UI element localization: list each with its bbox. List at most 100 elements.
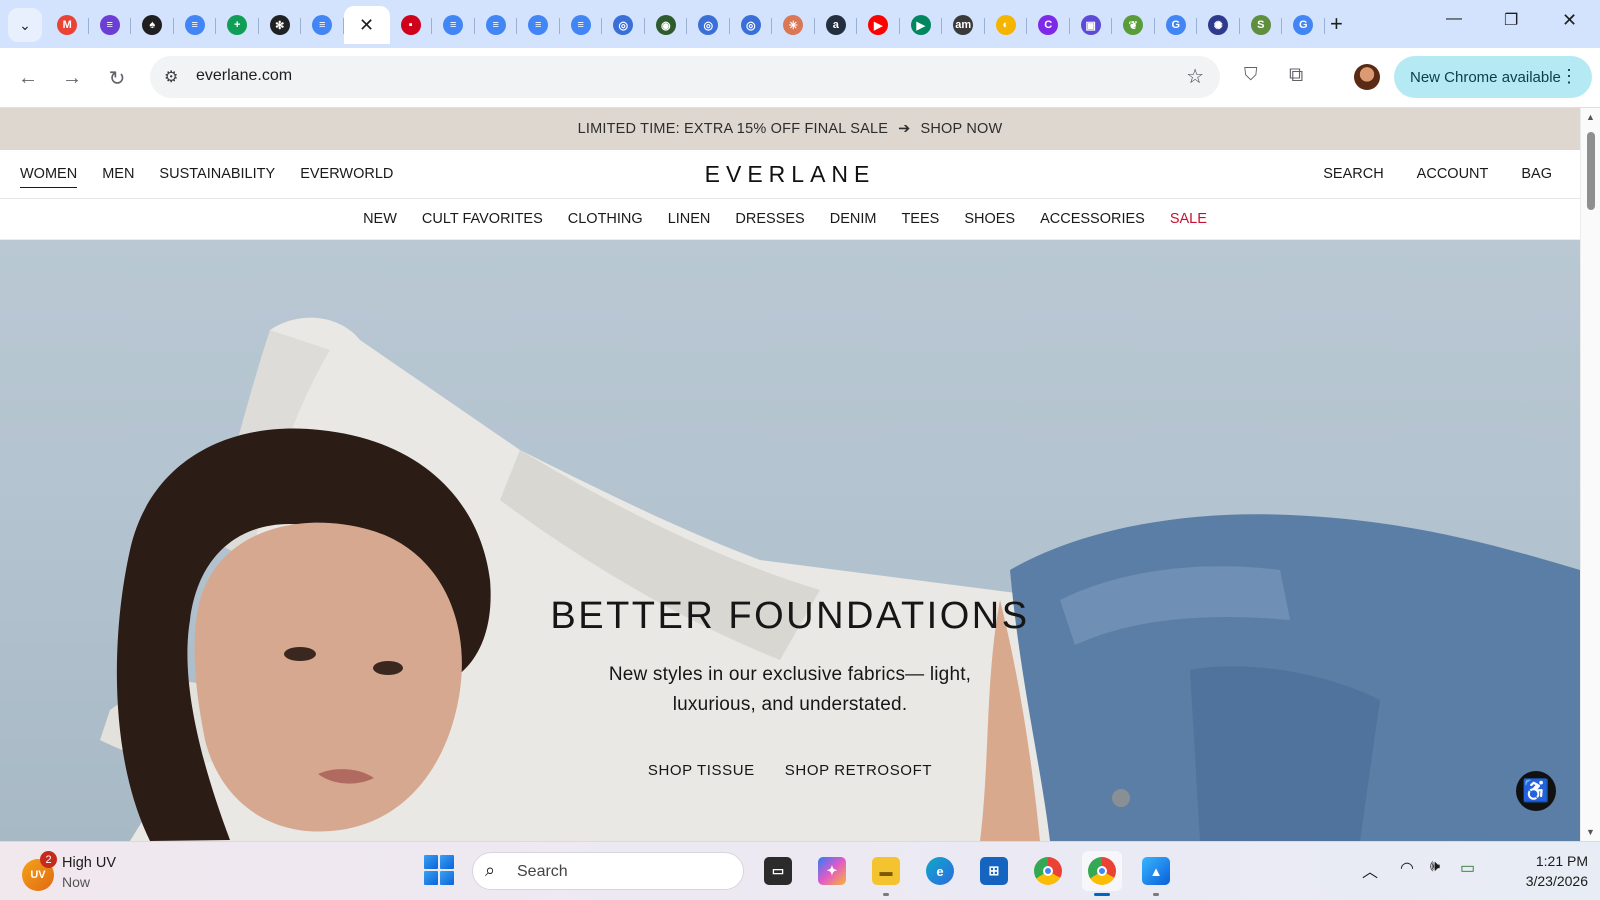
copilot-button[interactable]: ✦: [812, 851, 852, 891]
extensions-puzzle-icon[interactable]: ⧉: [1289, 64, 1303, 87]
browser-tab[interactable]: S: [1240, 6, 1283, 44]
browser-tab[interactable]: ≡: [560, 6, 603, 44]
amazon-music-icon: am: [953, 15, 974, 35]
shopify-icon: S: [1250, 15, 1271, 35]
browser-tab[interactable]: ▶: [900, 6, 943, 44]
arrow-right-icon: →: [62, 66, 82, 89]
browser-tab[interactable]: ✳: [772, 6, 815, 44]
nav-account-link[interactable]: ACCOUNT: [1417, 166, 1489, 182]
shop-retrosoft-link[interactable]: SHOP RETROSOFT: [785, 762, 932, 779]
browser-tab[interactable]: ✻: [259, 6, 302, 44]
promo-banner[interactable]: LIMITED TIME: EXTRA 15% OFF FINAL SALE ➔…: [0, 108, 1580, 150]
browser-tab[interactable]: ≡: [432, 6, 475, 44]
browser-tab[interactable]: ◐: [985, 6, 1028, 44]
browser-tab[interactable]: ▶: [857, 6, 900, 44]
new-chrome-available-button[interactable]: New Chrome available ⋮: [1394, 56, 1592, 98]
shield-extension-icon[interactable]: ⛉: [1244, 64, 1258, 85]
browser-tab[interactable]: ▣: [1070, 6, 1113, 44]
wifi-icon[interactable]: ◠: [1400, 858, 1414, 878]
restore-button[interactable]: ❐: [1504, 10, 1518, 30]
file-explorer-button[interactable]: ▬: [866, 851, 906, 896]
taskbar-search[interactable]: ⌕ Search: [472, 852, 744, 890]
close-window-button[interactable]: ✕: [1562, 10, 1577, 31]
browser-tab[interactable]: +: [216, 6, 259, 44]
arrow-right-icon: ➔: [898, 121, 911, 137]
store-button[interactable]: ⊞: [974, 851, 1014, 891]
browser-tab[interactable]: ≡: [475, 6, 518, 44]
start-button[interactable]: [424, 855, 454, 885]
browser-tab[interactable]: a: [815, 6, 858, 44]
battery-icon[interactable]: ▭: [1460, 858, 1475, 878]
browser-tab[interactable]: ▪: [390, 6, 433, 44]
address-text[interactable]: everlane.com: [196, 67, 292, 85]
category-sale[interactable]: SALE: [1170, 211, 1207, 227]
scrollbar-thumb[interactable]: [1587, 132, 1595, 210]
tab-active[interactable]: ✕: [343, 6, 390, 44]
nav-search-link[interactable]: SEARCH: [1323, 166, 1383, 182]
browser-tab[interactable]: M: [46, 6, 89, 44]
weather-title: High UV: [62, 855, 116, 871]
back-button[interactable]: ←: [14, 64, 42, 92]
category-linen[interactable]: LINEN: [668, 211, 711, 227]
browser-tab[interactable]: ✺: [1197, 6, 1240, 44]
category-shoes[interactable]: SHOES: [964, 211, 1015, 227]
chevron-up-icon[interactable]: ︿: [1362, 858, 1378, 882]
system-clock[interactable]: 1:21 PM 3/23/2026: [1498, 851, 1588, 891]
minimize-button[interactable]: —: [1446, 10, 1462, 28]
edge-button[interactable]: e: [920, 851, 960, 891]
promo-shop-now-link[interactable]: SHOP NOW: [921, 121, 1003, 137]
browser-tab[interactable]: ≡: [174, 6, 217, 44]
nav-bag-link[interactable]: BAG: [1521, 166, 1552, 182]
category-cult-favorites[interactable]: CULT FAVORITES: [422, 211, 543, 227]
copilot-icon: ✦: [818, 857, 846, 885]
tab-search-button[interactable]: ⌄: [8, 8, 42, 42]
browser-tab[interactable]: am: [942, 6, 985, 44]
profile-avatar[interactable]: [1354, 64, 1380, 90]
chrome-profile-icon: [1088, 857, 1116, 885]
browser-tab[interactable]: ◎: [602, 6, 645, 44]
page-scrollbar[interactable]: ▲ ▼: [1580, 108, 1600, 841]
category-dresses[interactable]: DRESSES: [735, 211, 804, 227]
task-view-button[interactable]: ▭: [758, 851, 798, 891]
browser-tab[interactable]: ◎: [687, 6, 730, 44]
taskbar-apps: ▭ ✦ ▬ e ⊞ ▲: [758, 851, 1176, 896]
new-tab-button[interactable]: +: [1330, 12, 1343, 36]
shop-tissue-link[interactable]: SHOP TISSUE: [648, 762, 755, 779]
browser-tab[interactable]: ◉: [645, 6, 688, 44]
close-tab-icon[interactable]: ✕: [359, 15, 374, 36]
category-tees[interactable]: TEES: [901, 211, 939, 227]
browser-tab[interactable]: ♠: [131, 6, 174, 44]
chrome-profile-button[interactable]: [1082, 851, 1122, 896]
weather-widget[interactable]: UV 2 High UV Now: [22, 851, 142, 893]
category-accessories[interactable]: ACCESSORIES: [1040, 211, 1145, 227]
browser-tab[interactable]: ◎: [730, 6, 773, 44]
site-info-icon[interactable]: ⚙: [164, 67, 178, 87]
store-icon: ⊞: [980, 857, 1008, 885]
browser-tab[interactable]: ≡: [301, 6, 344, 44]
bookmark-star-icon[interactable]: ☆: [1186, 64, 1204, 89]
browser-tab[interactable]: ≡: [89, 6, 132, 44]
reload-button[interactable]: ↻: [103, 64, 131, 92]
forward-button[interactable]: →: [58, 64, 86, 92]
address-bar[interactable]: ⚙ everlane.com ☆: [150, 56, 1220, 98]
photos-icon: ▲: [1142, 857, 1170, 885]
category-new[interactable]: NEW: [363, 211, 397, 227]
more-menu-icon[interactable]: ⋮: [1560, 66, 1578, 87]
scroll-up-icon[interactable]: ▲: [1586, 112, 1595, 122]
chrome-button[interactable]: [1028, 851, 1068, 891]
category-denim[interactable]: DENIM: [830, 211, 877, 227]
photos-button[interactable]: ▲: [1136, 851, 1176, 896]
browser-tab[interactable]: G: [1282, 6, 1325, 44]
accessibility-button[interactable]: ♿: [1516, 771, 1556, 811]
hero-banner[interactable]: BETTER FOUNDATIONS New styles in our exc…: [0, 240, 1580, 841]
browser-tab[interactable]: ❦: [1112, 6, 1155, 44]
scroll-down-icon[interactable]: ▼: [1586, 827, 1595, 837]
browser-tab[interactable]: C: [1027, 6, 1070, 44]
browser-tab[interactable]: ≡: [517, 6, 560, 44]
windows-taskbar: UV 2 High UV Now ⌕ Search ▭ ✦ ▬ e ⊞ ▲ ︿ …: [0, 841, 1600, 900]
youtube-icon: ▶: [868, 15, 889, 35]
volume-icon[interactable]: 🕪: [1430, 858, 1440, 876]
google-docs-icon: ≡: [443, 15, 464, 35]
category-clothing[interactable]: CLOTHING: [568, 211, 643, 227]
browser-tab[interactable]: G: [1155, 6, 1198, 44]
